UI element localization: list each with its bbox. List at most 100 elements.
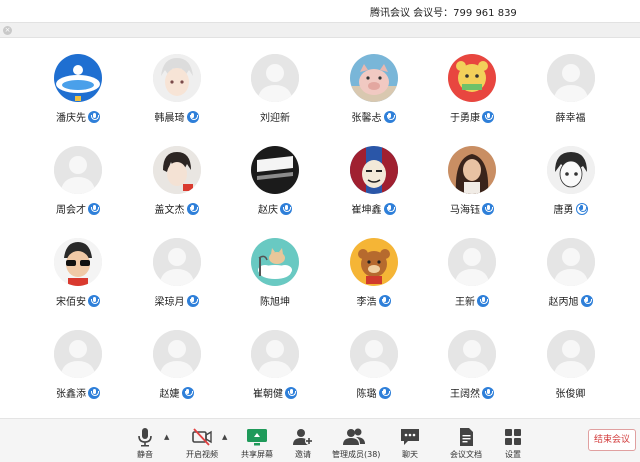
participant-name: 张鑫添 [56, 389, 86, 400]
mute-button[interactable]: 静音 [132, 427, 158, 461]
default-avatar-icon [251, 54, 299, 102]
participant-tile[interactable]: 王阔然 [424, 314, 520, 400]
avatar [152, 54, 201, 102]
mic-muted-icon [88, 202, 100, 215]
title-bar: 腾讯会议 会议号：799 961 839 [0, 0, 640, 22]
participant-tile[interactable]: 张俊卿 [523, 314, 619, 400]
mic-muted-icon [383, 202, 396, 215]
mic-on-icon [575, 202, 588, 215]
participant-name-row: 盖文杰 [129, 198, 225, 216]
avatar [251, 146, 299, 194]
invite-button[interactable]: 邀请 [290, 427, 316, 461]
participant-name-row: 张俊卿 [523, 382, 619, 400]
participant-tile[interactable]: 赵庆 [227, 130, 323, 216]
settings-grid-icon [505, 429, 521, 445]
mic-muted-icon [580, 294, 593, 307]
default-avatar-icon [448, 238, 496, 286]
video-button[interactable]: 开启视频 [182, 427, 222, 461]
participant-tile[interactable]: 崔朝健 [227, 314, 323, 400]
mic-muted-icon [186, 110, 199, 123]
participant-tile[interactable]: 韩晨琦 [129, 38, 225, 124]
participant-tile[interactable]: 周会才 [30, 130, 126, 216]
participant-tile[interactable]: 王新 [424, 222, 520, 308]
participant-tile[interactable]: 赵丙旭 [523, 222, 619, 308]
participant-tile[interactable]: 刘迎新 [227, 38, 323, 124]
participant-grid: 潘庆先 韩晨琦 刘迎新 张馨忐 于勇康 薛幸福周会才 盖文杰 赵庆 崔坤鑫 马海钰 唐勇宋佰安 梁琼月… [0, 38, 640, 418]
participant-name: 韩晨琦 [154, 113, 185, 124]
participant-tile[interactable]: 赵婕 [129, 314, 225, 400]
mic-muted-icon [88, 110, 100, 123]
settings-label: 设置 [505, 450, 521, 459]
participant-tile[interactable]: 盖文杰 [129, 130, 225, 216]
participant-name-row: 陈旭坤 [227, 290, 323, 308]
participant-tile[interactable]: 宋佰安 [30, 222, 126, 308]
participant-tile[interactable]: 张鑫添 [30, 314, 126, 400]
participant-tile[interactable]: 薛幸福 [523, 38, 619, 124]
participant-name-row: 李浩 [326, 290, 422, 308]
participant-name-row: 王新 [424, 290, 520, 308]
mic-muted-icon [378, 386, 391, 399]
participant-tile[interactable]: 陈旭坤 [227, 222, 323, 308]
mic-muted-icon [280, 202, 292, 215]
default-avatar-icon [251, 330, 299, 378]
meeting-docs-button[interactable]: 会议文档 [446, 427, 486, 461]
participant-tile[interactable]: 崔坤鑫 [326, 130, 422, 216]
default-avatar-icon [546, 238, 595, 286]
members-icon [343, 428, 365, 445]
participant-name: 赵婕 [159, 389, 180, 400]
participant-tile[interactable]: 陈璐 [326, 314, 422, 400]
mute-label: 静音 [137, 450, 153, 459]
participant-name: 刘迎新 [260, 113, 290, 124]
mic-muted-icon [88, 294, 100, 307]
participant-tile[interactable]: 马海钰 [424, 130, 520, 216]
avatar [251, 238, 299, 286]
avatar [448, 146, 496, 194]
mic-muted-icon [181, 386, 194, 399]
participant-name: 李浩 [356, 297, 377, 308]
chat-icon [401, 429, 419, 445]
participant-tile[interactable]: 梁琼月 [129, 222, 225, 308]
document-icon [460, 428, 473, 446]
participant-name: 崔朝健 [253, 389, 283, 400]
mic-muted-icon [383, 110, 396, 123]
chat-button[interactable]: 聊天 [397, 427, 423, 461]
participant-name-row: 陈璐 [326, 382, 422, 400]
video-options-caret[interactable]: ▲ [222, 433, 227, 441]
participant-name: 陈旭坤 [260, 297, 290, 308]
participant-name-row: 崔坤鑫 [326, 198, 422, 216]
participant-name-row: 潘庆先 [30, 106, 126, 124]
mic-muted-icon [482, 110, 494, 123]
participant-name-row: 王阔然 [424, 382, 520, 400]
participant-name: 梁琼月 [154, 297, 185, 308]
close-icon[interactable]: × [3, 26, 12, 35]
participant-name: 周会才 [56, 205, 86, 216]
default-avatar-icon [152, 330, 201, 378]
meeting-docs-label: 会议文档 [450, 450, 482, 459]
mute-options-caret[interactable]: ▲ [164, 433, 169, 441]
participant-name: 薛幸福 [555, 113, 586, 124]
participant-name-row: 赵庆 [227, 198, 323, 216]
share-screen-button[interactable]: 共享屏幕 [240, 427, 274, 461]
settings-button[interactable]: 设置 [500, 427, 526, 461]
participant-name: 于勇康 [450, 113, 480, 124]
camera-off-icon [192, 428, 212, 446]
participant-tile[interactable]: 潘庆先 [30, 38, 126, 124]
participant-name: 陈璐 [356, 389, 377, 400]
mic-muted-icon [378, 294, 391, 307]
default-avatar-icon [152, 238, 201, 286]
manage-members-label: 管理成员(38) [332, 450, 381, 459]
avatar [152, 146, 201, 194]
mic-muted-icon [186, 202, 199, 215]
participant-tile[interactable]: 李浩 [326, 222, 422, 308]
info-bar: × [0, 22, 640, 38]
default-avatar-icon [349, 330, 398, 378]
manage-members-button[interactable]: 管理成员(38) [332, 427, 381, 461]
participant-name: 宋佰安 [56, 297, 86, 308]
participant-tile[interactable]: 于勇康 [424, 38, 520, 124]
share-screen-icon [247, 429, 267, 446]
participant-name-row: 梁琼月 [129, 290, 225, 308]
participant-name: 马海钰 [450, 205, 480, 216]
end-meeting-button[interactable]: 结束会议 [588, 429, 636, 451]
participant-tile[interactable]: 唐勇 [523, 130, 619, 216]
participant-tile[interactable]: 张馨忐 [326, 38, 422, 124]
